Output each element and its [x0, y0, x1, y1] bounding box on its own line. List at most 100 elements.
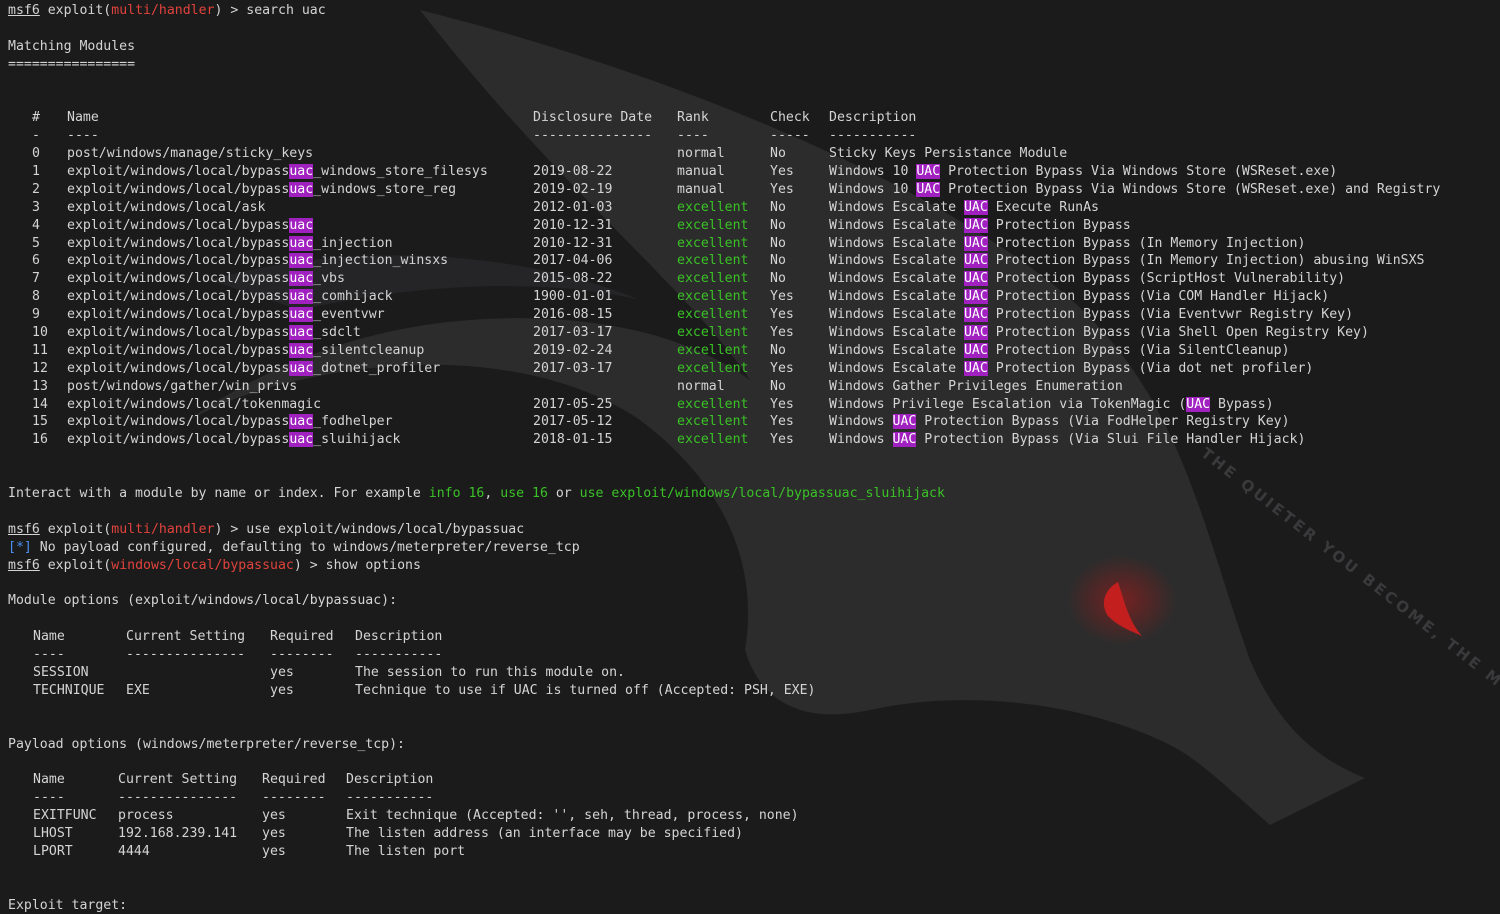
- option-desc: The listen port: [346, 843, 466, 859]
- module-row: 16 exploit/windows/local/bypassuac_sluihi…: [8, 431, 1305, 449]
- module-description: Windows Escalate UAC Protection Bypass (…: [829, 325, 1369, 341]
- module-date: 2017-05-25: [533, 396, 613, 412]
- module-row: 8 exploit/windows/local/bypassuac_comhija…: [8, 288, 1329, 306]
- module-name: post/windows/manage/sticky_keys: [67, 146, 314, 162]
- option-desc: The session to run this module on.: [355, 664, 625, 680]
- module-description: Sticky Keys Persistance Module: [829, 146, 1068, 162]
- module-num: 16: [32, 432, 48, 448]
- search-match-highlight: UAC: [916, 181, 941, 197]
- hint-info-command: info 16: [428, 486, 485, 502]
- option-required: yes: [262, 843, 286, 859]
- search-match-highlight: uac: [289, 164, 314, 180]
- module-date: 2017-03-17: [533, 325, 613, 341]
- modules-table-body: 0 post/windows/manage/sticky_keys normal No…: [8, 145, 1440, 449]
- module-check: Yes: [770, 432, 794, 448]
- module-name: exploit/windows/local/bypassuac_vbs: [67, 271, 345, 287]
- option-desc: The listen address (an interface may be …: [346, 825, 743, 841]
- module-row: 9 exploit/windows/local/bypassuac_eventvw…: [8, 306, 1353, 324]
- module-row: 1 exploit/windows/local/bypassuac_windows…: [8, 163, 1337, 181]
- module-description: Windows UAC Protection Bypass (Via Slui …: [829, 432, 1306, 448]
- module-row: 5 exploit/windows/local/bypassuac_injecti…: [8, 235, 1305, 253]
- search-match-highlight: uac: [289, 289, 314, 305]
- module-rank: excellent: [677, 360, 749, 376]
- module-name: exploit/windows/local/bypassuac_dotnet_p…: [67, 360, 441, 376]
- option-row: TECHNIQUE EXE yes Technique to use if UAC i…: [8, 682, 945, 700]
- module-date: 2016-08-15: [533, 307, 613, 323]
- command-text: use exploit/windows/local/bypassuac: [246, 521, 525, 537]
- module-check: Yes: [770, 414, 794, 430]
- search-match-highlight: UAC: [963, 199, 988, 215]
- search-match-highlight: UAC: [963, 307, 988, 323]
- option-name: SESSION: [33, 664, 89, 680]
- search-match-highlight: UAC: [1186, 396, 1211, 412]
- search-match-highlight: uac: [289, 360, 314, 376]
- module-rank: manual: [677, 181, 725, 197]
- section-title: Matching Modules: [8, 38, 136, 54]
- module-check: Yes: [770, 360, 794, 376]
- search-match-highlight: uac: [289, 217, 314, 233]
- search-match-highlight: uac: [289, 181, 314, 197]
- module-name: exploit/windows/local/bypassuac_comhijac…: [67, 289, 393, 305]
- option-name: LHOST: [33, 825, 73, 841]
- section-rule: ================: [8, 56, 136, 72]
- search-match-highlight: uac: [289, 307, 314, 323]
- option-row: EXITFUNC process yes Exit technique (Accept…: [8, 807, 945, 825]
- terminal-output[interactable]: msf6 exploit(multi/handler) > search uac…: [8, 2, 1440, 914]
- module-num: 3: [32, 199, 40, 215]
- exploit-target-title: Exploit target:: [8, 897, 128, 913]
- module-description: Windows Gather Privileges Enumeration: [829, 378, 1123, 394]
- module-row: 3 exploit/windows/local/ask 2012-01-03 exce…: [8, 199, 1099, 217]
- module-check: No: [770, 378, 786, 394]
- module-name: exploit/windows/local/ask: [67, 199, 266, 215]
- module-name: exploit/windows/local/tokenmagic: [67, 396, 322, 412]
- module-description: Windows UAC Protection Bypass (Via FodHe…: [829, 414, 1290, 430]
- module-description: Windows Escalate UAC Protection Bypass (…: [829, 271, 1346, 287]
- module-description: Windows Escalate UAC Protection Bypass (…: [829, 307, 1354, 323]
- option-setting: process: [118, 808, 174, 824]
- module-rank: excellent: [677, 271, 749, 287]
- module-date: 2019-02-19: [533, 181, 613, 197]
- search-match-highlight: UAC: [963, 253, 988, 269]
- module-rank: excellent: [677, 217, 749, 233]
- command-text: search uac: [246, 3, 326, 18]
- module-date: 2019-08-22: [533, 164, 613, 180]
- module-rank: excellent: [677, 253, 749, 269]
- module-num: 1: [32, 164, 40, 180]
- search-match-highlight: UAC: [892, 432, 917, 448]
- module-rank: excellent: [677, 199, 749, 215]
- module-row: 6 exploit/windows/local/bypassuac_injecti…: [8, 252, 1425, 270]
- hint-use-module: use exploit/windows/local/bypassuac_slui…: [579, 486, 945, 502]
- prompt-module: multi/handler: [111, 521, 215, 537]
- module-description: Windows Escalate UAC Protection Bypass (…: [829, 235, 1306, 251]
- search-match-highlight: UAC: [963, 271, 988, 287]
- module-rank: excellent: [677, 289, 749, 305]
- module-date: 2010-12-31: [533, 235, 613, 251]
- module-check: No: [770, 217, 786, 233]
- module-name: exploit/windows/local/bypassuac_eventvwr: [67, 307, 385, 323]
- search-match-highlight: uac: [289, 414, 314, 430]
- module-name: exploit/windows/local/bypassuac_windows_…: [67, 181, 457, 197]
- prompt-app: msf6: [8, 3, 40, 18]
- module-description: Windows Escalate UAC Execute RunAs: [829, 199, 1099, 215]
- module-name: exploit/windows/local/bypassuac: [67, 217, 314, 233]
- info-tag: [*]: [8, 539, 32, 555]
- module-rank: excellent: [677, 325, 749, 341]
- module-options-dashes: ---- --------------- -------- ----------…: [33, 647, 443, 663]
- module-date: 2015-08-22: [533, 271, 613, 287]
- interact-hint: Interact with a module by name or index.…: [8, 486, 945, 502]
- module-description: Windows 10 UAC Protection Bypass Via Win…: [829, 181, 1441, 197]
- module-num: 11: [32, 342, 48, 358]
- module-rank: excellent: [677, 307, 749, 323]
- module-row: 12 exploit/windows/local/bypassuac_dotnet…: [8, 360, 1313, 378]
- module-num: 2: [32, 181, 40, 197]
- modules-table-dashes: - ---- --------------- ---- ----- ------…: [32, 128, 917, 144]
- module-date: 1900-01-01: [533, 289, 613, 305]
- module-row: 2 exploit/windows/local/bypassuac_windows…: [8, 181, 1440, 199]
- module-num: 4: [32, 217, 40, 233]
- module-rank: excellent: [677, 396, 749, 412]
- module-check: Yes: [770, 396, 794, 412]
- prompt-module: windows/local/bypassuac: [111, 557, 294, 573]
- module-description: Windows Escalate UAC Protection Bypass (…: [829, 360, 1314, 376]
- module-name: post/windows/gather/win_privs: [67, 378, 298, 394]
- search-match-highlight: UAC: [916, 164, 941, 180]
